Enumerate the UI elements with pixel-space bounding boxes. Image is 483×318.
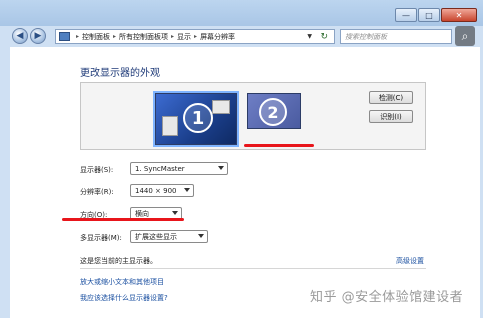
resolution-select-value: 1440 × 900 (135, 186, 177, 195)
multi-display-label: 多显示器(M): (80, 234, 122, 242)
annotation-underline-monitor (244, 144, 314, 147)
breadcrumb-screen-resolution[interactable]: 屏幕分辨率 (200, 32, 235, 42)
watermark: 知乎 @安全体验馆建设者 (310, 290, 464, 305)
display-settings-help-link[interactable]: 我应该选择什么显示器设置? (80, 293, 168, 303)
monitor-preview: 1 2 检测(C) 识别(I) (80, 82, 426, 150)
breadcrumb-separator-icon: ▸ (194, 33, 198, 40)
chevron-down-icon (184, 188, 190, 192)
forward-button[interactable]: ▶ (30, 28, 46, 44)
advanced-settings-link[interactable]: 高级设置 (396, 256, 424, 266)
breadcrumb-control-panel[interactable]: 控制面板 (82, 32, 110, 42)
breadcrumb-separator-icon: ▸ (76, 33, 80, 40)
chevron-down-icon (218, 166, 224, 170)
back-arrow-icon: ◀ (16, 31, 24, 41)
refresh-icon[interactable]: ↻ (320, 32, 328, 42)
window-thumbnail-icon (162, 116, 178, 136)
main-display-status: 这是您当前的主显示器。 (80, 257, 157, 265)
search-input[interactable]: 搜索控制面板 (340, 29, 452, 44)
monitor-2-number: 2 (259, 98, 287, 126)
address-dropdown-icon[interactable]: ▼ (307, 33, 312, 40)
search-icon[interactable]: ⌕ (455, 26, 475, 46)
resolution-select[interactable]: 1440 × 900 (130, 184, 194, 197)
text-size-link[interactable]: 放大或缩小文本和其他项目 (80, 277, 164, 287)
display-select[interactable]: 1. SyncMaster (130, 162, 228, 175)
address-bar[interactable]: ▸ 控制面板 ▸ 所有控制面板项 ▸ 显示 ▸ 屏幕分辨率 ▼ ↻ (55, 29, 335, 44)
divider (80, 268, 426, 269)
resolution-label: 分辨率(R): (80, 188, 114, 196)
chevron-down-icon (172, 211, 178, 215)
breadcrumb-all-items[interactable]: 所有控制面板项 (119, 32, 168, 42)
breadcrumb-separator-icon: ▸ (113, 33, 117, 40)
close-button[interactable]: ✕ (441, 8, 477, 22)
annotation-underline-orientation (62, 218, 184, 221)
chevron-down-icon (198, 234, 204, 238)
breadcrumb-separator-icon: ▸ (171, 33, 175, 40)
multi-display-select[interactable]: 扩展这些显示 (130, 230, 208, 243)
maximize-button[interactable]: □ (418, 8, 440, 22)
detect-button[interactable]: 检测(C) (369, 91, 413, 104)
breadcrumb-display[interactable]: 显示 (177, 32, 191, 42)
monitor-1-number: 1 (183, 103, 213, 133)
control-panel-icon (59, 32, 70, 41)
multi-display-select-value: 扩展这些显示 (135, 232, 177, 241)
display-select-value: 1. SyncMaster (135, 164, 185, 173)
window-thumbnail-icon (212, 100, 230, 114)
page-title: 更改显示器的外观 (80, 68, 160, 79)
forward-arrow-icon: ▶ (34, 31, 42, 41)
display-label: 显示器(S): (80, 166, 114, 174)
orientation-select-value: 横向 (135, 209, 149, 218)
minimize-button[interactable]: — (395, 8, 417, 22)
identify-button[interactable]: 识别(I) (369, 110, 413, 123)
back-button[interactable]: ◀ (12, 28, 28, 44)
